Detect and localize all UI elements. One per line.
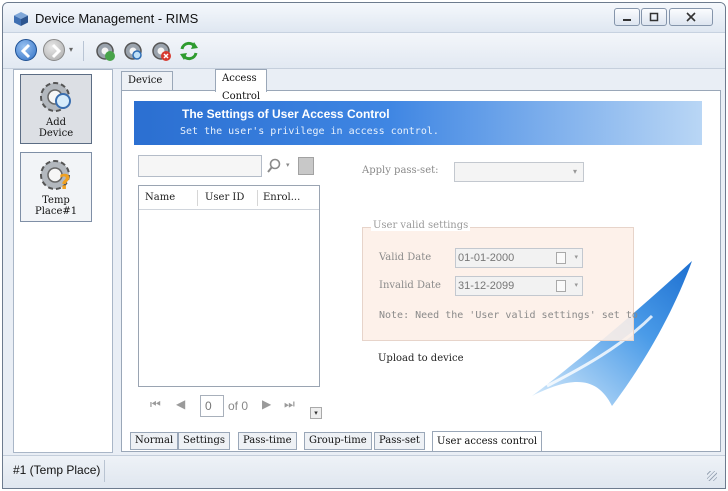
add-device-label: Add Device — [38, 117, 74, 139]
banner-subtitle: Set the user's privilege in access contr… — [180, 126, 439, 137]
calendar-icon[interactable] — [556, 280, 566, 292]
device-item-label: Temp Place#1 — [35, 195, 78, 217]
close-icon — [686, 12, 696, 22]
maximize-button[interactable] — [641, 8, 667, 26]
last-page-icon[interactable]: ⏭ — [284, 397, 295, 412]
chevron-down-icon: ▾ — [574, 253, 578, 261]
apply-pass-set-label: Apply pass-set: — [362, 165, 439, 176]
forward-button[interactable] — [43, 39, 65, 61]
table-pager: ⏮ ◀ 0 of 0 ▶ ⏭ ▾ — [138, 391, 322, 421]
back-icon — [20, 43, 31, 59]
filter-icon[interactable] — [298, 157, 314, 175]
app-cube-icon — [14, 12, 28, 26]
invalid-date-value: 31-12-2099 — [458, 280, 515, 292]
gear-search-icon — [40, 82, 71, 112]
settings-banner: The Settings of User Access Control Set … — [134, 101, 702, 145]
gear-question-icon: ? — [40, 160, 71, 194]
prev-page-icon[interactable]: ◀ — [176, 397, 185, 411]
tab-pass-time[interactable]: Pass-time — [238, 432, 297, 450]
banner-title: The Settings of User Access Control — [182, 107, 390, 121]
device-item-temp-place[interactable]: ? Temp Place#1 — [20, 152, 92, 222]
title-bar: Device Management - RIMS — [3, 3, 725, 33]
access-control-panel: The Settings of User Access Control Set … — [121, 90, 721, 452]
tab-access-control[interactable]: Access Control — [215, 69, 268, 102]
valid-settings-title: User valid settings — [371, 220, 471, 231]
table-header: Name User ID Enrol... — [139, 186, 319, 210]
status-bar: #1 (Temp Place) — [3, 455, 725, 488]
calendar-icon[interactable] — [556, 252, 566, 264]
next-page-icon[interactable]: ▶ — [262, 397, 271, 411]
apply-pass-set-select[interactable]: ▾ — [454, 162, 584, 182]
valid-date-value: 01-01-2000 — [458, 252, 515, 264]
chevron-down-icon: ▾ — [574, 281, 578, 289]
toolbar-separator — [83, 41, 84, 61]
valid-settings-note: Note: Need the 'User valid settings' set… — [379, 310, 638, 321]
back-button[interactable] — [15, 39, 37, 61]
status-text: #1 (Temp Place) — [9, 460, 106, 482]
column-header-user-id[interactable]: User ID — [205, 192, 244, 203]
page-count-label: of 0 — [228, 399, 249, 413]
search-options-dropdown[interactable]: ▾ — [286, 161, 290, 169]
chevron-down-icon: ▾ — [572, 167, 577, 176]
tab-pass-set[interactable]: Pass-set — [374, 432, 425, 450]
upload-to-device-link[interactable]: Upload to device — [378, 353, 464, 364]
tab-normal[interactable]: Normal — [130, 432, 179, 450]
column-header-enrol[interactable]: Enrol... — [263, 192, 300, 203]
tab-settings[interactable]: Settings — [178, 432, 230, 450]
column-header-name[interactable]: Name — [145, 192, 175, 203]
device-connect-icon[interactable] — [93, 39, 117, 63]
tab-user-access-control[interactable]: User access control — [432, 431, 543, 452]
resize-grip-icon[interactable] — [707, 471, 717, 481]
minimize-button[interactable] — [614, 8, 640, 26]
valid-date-label: Valid Date — [379, 252, 432, 263]
window-title: Device Management - RIMS — [35, 11, 199, 26]
close-button[interactable] — [669, 8, 713, 26]
user-valid-settings: User valid settings Valid Date 01-01-200… — [362, 220, 638, 341]
minimize-icon — [623, 19, 631, 21]
forward-icon — [51, 43, 62, 59]
column-divider — [197, 190, 198, 206]
history-dropdown[interactable]: ▾ — [69, 45, 73, 54]
invalid-date-picker[interactable]: 31-12-2099 ▾ — [455, 276, 583, 296]
search-icon[interactable] — [266, 157, 282, 175]
invalid-date-label: Invalid Date — [379, 280, 441, 291]
restore-icon — [649, 12, 659, 22]
column-divider — [257, 190, 258, 206]
app-window: Device Management - RIMS ▾ Add Device ? … — [2, 2, 726, 489]
pager-menu-button[interactable]: ▾ — [310, 407, 322, 419]
valid-date-picker[interactable]: 01-01-2000 ▾ — [455, 248, 583, 268]
user-search-input[interactable] — [138, 155, 262, 177]
first-page-icon[interactable]: ⏮ — [150, 397, 161, 412]
svg-text:?: ? — [59, 170, 71, 194]
inner-tab-strip: Normal Settings Pass-time Group-time Pas… — [130, 431, 720, 453]
add-device-button[interactable]: Add Device — [20, 74, 92, 144]
device-delete-icon[interactable] — [149, 39, 173, 63]
refresh-icon[interactable] — [177, 39, 201, 63]
device-search-icon[interactable] — [121, 39, 145, 63]
tab-group-time[interactable]: Group-time — [304, 432, 372, 450]
user-table[interactable]: Name User ID Enrol... — [138, 185, 320, 387]
page-number-input[interactable]: 0 — [200, 395, 224, 417]
toolbar: ▾ — [3, 33, 725, 69]
device-panel: Add Device ? Temp Place#1 — [13, 69, 113, 453]
tab-device-control[interactable]: Device Control — [121, 71, 174, 104]
